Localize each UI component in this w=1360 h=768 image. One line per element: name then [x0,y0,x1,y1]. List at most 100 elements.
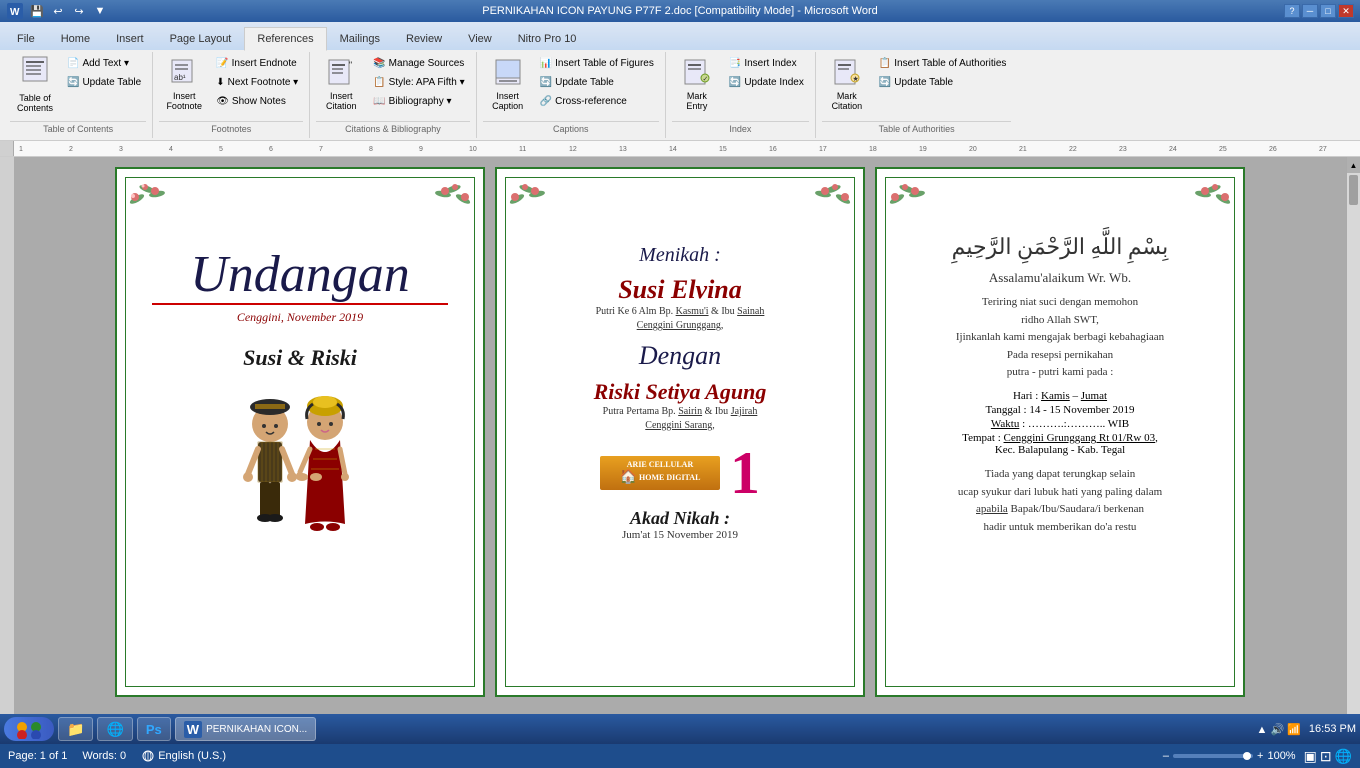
add-text-icon: 📄 [67,58,79,69]
akad-label: Akad Nikah : [527,508,833,529]
full-screen-button[interactable]: ⊡ [1320,748,1332,765]
help-button[interactable]: ? [1284,4,1300,18]
document-scroll-area[interactable]: Undangan Cenggini, November 2019 Susi & … [14,157,1346,745]
insert-caption-button[interactable]: InsertCaption [483,54,533,114]
photoshop-icon: Ps [146,722,162,737]
home-icon: 🏠 [620,469,637,486]
bibliography-icon: 📖 [373,96,385,107]
ribbon-group-index: ✓ MarkEntry 📑 Insert Index 🔄 Update Inde… [666,52,816,138]
show-notes-button[interactable]: 👁 Show Notes [211,92,303,110]
insert-table-figures-label: Insert Table of Figures [555,58,654,69]
web-layout-button[interactable]: 🌐 [1335,748,1352,765]
add-text-button[interactable]: 📄 Add Text ▾ [62,54,146,72]
card1-names: Susi & Riski [243,345,357,371]
insert-table-authorities-button[interactable]: 📋 Insert Table of Authorities [874,54,1012,72]
close-button[interactable]: ✕ [1338,4,1354,18]
view-buttons: ▣ ⊡ 🌐 [1304,748,1352,765]
mark-entry-button[interactable]: ✓ MarkEntry [672,54,722,114]
system-icons: ▲ 🔊 📶 [1257,723,1301,736]
taskbar-app-photoshop[interactable]: Ps [137,717,171,741]
update-table-captions-icon: 🔄 [540,77,552,88]
watermark-line2: HOME DIGITAL [639,473,700,482]
maximize-button[interactable]: □ [1320,4,1336,18]
next-footnote-button[interactable]: ⬇ Next Footnote ▾ [211,73,303,91]
style-selector[interactable]: 📋 Style: APA Fifth ▾ [368,73,469,91]
bismillah-text: بِسْمِ اللَّهِ الرَّحْمَنِ الرَّحِيمِ [902,234,1218,260]
svg-text:1: 1 [19,146,23,153]
customize-button[interactable]: ▼ [91,2,109,20]
flower-right-2 [793,179,853,219]
footnote-icon: ab¹ [170,58,198,88]
tab-file[interactable]: File [4,26,48,50]
tab-home[interactable]: Home [48,26,103,50]
svg-text:15: 15 [719,146,727,153]
manage-sources-button[interactable]: 📚 Manage Sources [368,54,469,72]
insert-footnote-label: InsertFootnote [166,91,202,111]
vertical-scrollbar[interactable]: ▲ ▼ [1346,157,1360,745]
minimize-button[interactable]: ─ [1302,4,1318,18]
index-buttons: ✓ MarkEntry 📑 Insert Index 🔄 Update Inde… [672,54,809,121]
tab-mailings[interactable]: Mailings [327,26,393,50]
citations-group-label: Citations & Bibliography [316,121,469,136]
insert-citation-button[interactable]: " InsertCitation [316,54,366,114]
insert-caption-label: InsertCaption [492,91,523,111]
redo-button[interactable]: ↪ [70,2,88,20]
update-table-captions-label: Update Table [555,77,614,88]
tab-references[interactable]: References [244,27,326,51]
tab-nitro[interactable]: Nitro Pro 10 [505,26,590,50]
card2-content: Menikah : Susi Elvina Putri Ke 6 Alm Bp.… [512,234,848,541]
zoom-in-icon[interactable]: + [1257,750,1263,762]
toc-group-label: Table of Contents [10,121,146,136]
tab-pagelayout[interactable]: Page Layout [157,26,245,50]
caption-small-buttons: 📊 Insert Table of Figures 🔄 Update Table… [535,54,659,110]
table-of-contents-button[interactable]: Table ofContents [10,54,60,114]
word-count: Words: 0 [82,750,126,762]
taskbar-app-explorer[interactable]: 📁 [58,717,93,741]
taskbar-app-browser[interactable]: 🌐 [97,717,132,741]
update-index-button[interactable]: 🔄 Update Index [724,73,809,91]
zoom-control[interactable]: – + 100% [1163,750,1296,762]
insert-table-figures-button[interactable]: 📊 Insert Table of Figures [535,54,659,72]
print-layout-button[interactable]: ▣ [1304,748,1317,765]
insert-footnote-button[interactable]: ab¹ InsertFootnote [159,54,209,114]
svg-text:23: 23 [1119,146,1127,153]
save-button[interactable]: 💾 [28,2,46,20]
tab-review[interactable]: Review [393,26,455,50]
scroll-up-button[interactable]: ▲ [1347,157,1360,173]
insert-endnote-button[interactable]: 📝 Insert Endnote [211,54,303,72]
tab-insert[interactable]: Insert [103,26,157,50]
next-footnote-icon: ⬇ [216,77,224,88]
insert-index-button[interactable]: 📑 Insert Index [724,54,809,72]
caption-buttons: InsertCaption 📊 Insert Table of Figures … [483,54,659,121]
mark-citation-button[interactable]: ★ MarkCitation [822,54,872,114]
start-button[interactable] [4,717,54,741]
undo-button[interactable]: ↩ [49,2,67,20]
update-table-captions-button[interactable]: 🔄 Update Table [535,73,659,91]
dengan-label: Dengan [527,341,833,371]
svg-text:11: 11 [519,146,526,153]
authorities-group-label: Table of Authorities [822,121,1012,136]
cross-reference-button[interactable]: 🔗 Cross-reference [535,92,659,110]
tab-view[interactable]: View [455,26,505,50]
zoom-thumb [1243,752,1251,760]
update-table-authorities-button[interactable]: 🔄 Update Table [874,73,1012,91]
groom-name: Riski Setiya Agung [527,379,833,405]
bibliography-button[interactable]: 📖 Bibliography ▾ [368,92,469,110]
card3-content: بِسْمِ اللَّهِ الرَّحْمَنِ الرَّحِيمِ As… [892,224,1228,536]
scroll-thumb[interactable] [1349,175,1358,205]
undangan-title: Undangan [132,249,468,301]
zoom-out-icon[interactable]: – [1163,750,1169,762]
jumat-value: Jumat [1081,390,1107,402]
taskbar-app-word[interactable]: W PERNIKAHAN ICON... [175,717,316,741]
insert-citation-label: InsertCitation [326,91,357,111]
zoom-slider[interactable] [1173,754,1253,758]
menikah-label: Menikah : [527,244,833,267]
quick-access-toolbar: 💾 ↩ ↪ ▼ [28,2,109,20]
update-table-toc-button[interactable]: 🔄 Update Table [62,73,146,91]
scroll-track[interactable] [1347,173,1360,729]
footnote-small-buttons: 📝 Insert Endnote ⬇ Next Footnote ▾ 👁 Sho… [211,54,303,110]
document-area: Undangan Cenggini, November 2019 Susi & … [0,157,1360,745]
tempat-line1: Tempat : Cenggini Grunggang Rt 01/Rw 03, [902,432,1218,444]
update-table-authorities-icon: 🔄 [879,77,891,88]
flower-left-2 [507,179,567,219]
